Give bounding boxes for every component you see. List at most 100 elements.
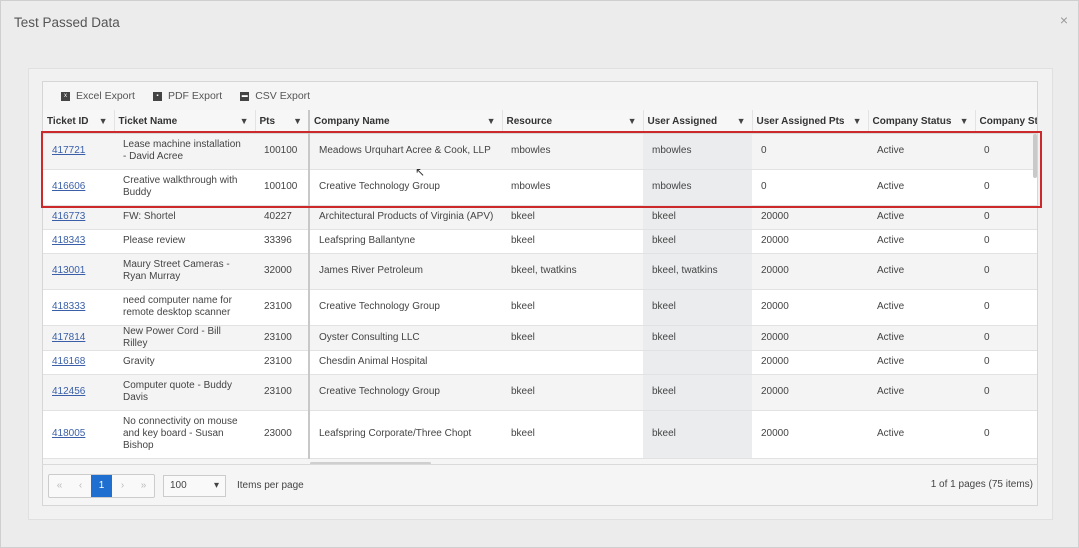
user-assigned-pts-cell: 20000 (752, 350, 868, 375)
ticket-id-link[interactable]: 412456 (52, 386, 85, 397)
data-table: Ticket ID ▼ Ticket Name ▼ Pts ▼ Company Nam… (43, 110, 1038, 459)
filter-icon[interactable]: ▼ (628, 116, 637, 126)
col-company-name[interactable]: Company Name ▼ (308, 110, 503, 134)
pts-cell: 100100 (255, 169, 309, 206)
col-resource-label: Resource (506, 115, 553, 127)
ticket-name-cell: No connectivity on mouse and key board -… (114, 410, 255, 459)
ticket-id-link[interactable]: 413001 (52, 265, 85, 276)
ticket-name-cell: Creative walkthrough with Buddy (114, 169, 255, 206)
table-row[interactable]: 412456 Computer quote - Buddy Davis 2310… (43, 374, 1037, 411)
ticket-id-link[interactable]: 418005 (52, 428, 85, 439)
col-company-s-label: Company St (979, 115, 1038, 127)
col-ticket-id[interactable]: Ticket ID ▼ (43, 110, 115, 134)
col-ticket-name[interactable]: Ticket Name ▼ (114, 110, 256, 134)
user-assigned-pts-cell: 20000 (752, 229, 868, 254)
table-row[interactable]: 417814 New Power Cord - Bill Rilley 2310… (43, 325, 1037, 351)
ticket-id-link[interactable]: 416606 (52, 181, 85, 192)
ticket-id-link[interactable]: 416168 (52, 356, 85, 367)
col-company-name-label: Company Name (314, 115, 390, 127)
pts-cell: 23100 (255, 374, 309, 411)
user-assigned-pts-cell: 0 (752, 133, 868, 170)
csv-icon: ▬ (240, 91, 250, 101)
company-s-cell: 0 (975, 289, 1037, 326)
table-row[interactable]: 417721 Lease machine installation - Davi… (43, 133, 1037, 170)
table-row[interactable]: 416606 Creative walkthrough with Buddy 1… (43, 169, 1037, 206)
user-assigned-pts-cell: 20000 (752, 374, 868, 411)
user-assigned-cell: mbowles (643, 133, 752, 170)
filter-icon[interactable]: ▼ (293, 116, 302, 126)
filter-icon[interactable]: ▼ (853, 116, 862, 126)
ticket-id-link[interactable]: 417721 (52, 145, 85, 156)
page-size-select[interactable]: 100 ▾ (163, 474, 226, 497)
pdf-export-button[interactable]: ▪ PDF Export (152, 90, 222, 102)
ticket-name-cell: Please review (114, 229, 255, 254)
user-assigned-cell: bkeel (643, 325, 752, 351)
csv-export-button[interactable]: ▬ CSV Export (240, 90, 310, 102)
table-row[interactable]: 416168 Gravity 23100 Chesdin Animal Hosp… (43, 350, 1037, 375)
table-row[interactable]: 416773 FW: Shortel 40227 Architectural P… (43, 205, 1037, 230)
col-user-assigned[interactable]: User Assigned ▼ (643, 110, 753, 134)
col-ticket-id-label: Ticket ID (47, 115, 89, 127)
company-s-cell: 0 (975, 169, 1037, 206)
ticket-name-cell: Computer quote - Buddy Davis (114, 374, 255, 411)
company-name-cell: Chesdin Animal Hospital (308, 350, 502, 375)
close-icon[interactable]: × (1060, 12, 1068, 28)
resource-cell: bkeel (502, 410, 643, 459)
col-resource[interactable]: Resource ▼ (502, 110, 644, 134)
table-row[interactable]: 418005 No connectivity on mouse and key … (43, 410, 1037, 459)
col-user-assigned-pts[interactable]: User Assigned Pts ▼ (752, 110, 869, 134)
page-button[interactable]: 1 (91, 474, 112, 497)
col-user-assigned-label: User Assigned (647, 115, 718, 127)
next-page-button[interactable]: › (112, 475, 133, 497)
col-company-s[interactable]: Company St (975, 110, 1038, 134)
ticket-id-link[interactable]: 417814 (52, 332, 85, 343)
filter-icon[interactable]: ▼ (240, 116, 249, 126)
company-status-cell: Active (868, 229, 975, 254)
last-page-button[interactable]: » (133, 475, 154, 497)
prev-page-button[interactable]: ‹ (70, 475, 91, 497)
ticket-name-cell: Maury Street Cameras - Ryan Murray (114, 253, 255, 290)
col-company-status[interactable]: Company Status ▼ (868, 110, 976, 134)
table-viewport: Ticket ID ▼ Ticket Name ▼ Pts ▼ Company Nam… (43, 110, 1038, 463)
pts-cell: 40227 (255, 205, 309, 230)
filter-icon[interactable]: ▼ (737, 116, 746, 126)
pts-cell: 23000 (255, 410, 309, 459)
vertical-scrollbar[interactable] (1033, 134, 1037, 178)
resource-cell: mbowles (502, 133, 643, 170)
csv-export-label: CSV Export (255, 90, 311, 102)
user-assigned-cell: bkeel, twatkins (643, 253, 752, 290)
chevron-down-icon: ▾ (213, 480, 219, 491)
company-s-cell: 0 (975, 133, 1037, 170)
ticket-id-link[interactable]: 416773 (52, 211, 85, 222)
col-user-assigned-pts-label: User Assigned Pts (756, 115, 845, 127)
user-assigned-cell: bkeel (643, 410, 752, 459)
filter-icon[interactable]: ▼ (487, 116, 496, 126)
pager: « ‹ 1 › » 100 ▾ Items per page 1 of 1 pa… (42, 464, 1038, 506)
user-assigned-pts-cell: 20000 (752, 289, 868, 326)
table-row[interactable]: 413001 Maury Street Cameras - Ryan Murra… (43, 253, 1037, 290)
filter-icon[interactable]: ▼ (99, 116, 108, 126)
company-status-cell: Active (868, 325, 975, 351)
user-assigned-pts-cell: 20000 (752, 205, 868, 230)
pts-cell: 32000 (255, 253, 309, 290)
ticket-id-link[interactable]: 418343 (52, 235, 85, 246)
col-pts[interactable]: Pts ▼ (255, 110, 310, 134)
user-assigned-cell: mbowles (643, 169, 752, 206)
company-status-cell: Active (868, 205, 975, 230)
mouse-cursor-icon: ↖ (415, 165, 426, 179)
table-row[interactable]: 418343 Please review 33396 Leafspring Ba… (43, 229, 1037, 254)
excel-export-button[interactable]: x Excel Export (61, 90, 135, 102)
company-name-cell: Creative Technology Group (308, 374, 502, 411)
data-grid: x Excel Export ▪ PDF Export ▬ CSV Export… (42, 81, 1038, 506)
user-assigned-cell: bkeel (643, 229, 752, 254)
header-row: Ticket ID ▼ Ticket Name ▼ Pts ▼ Company Nam… (43, 110, 1038, 134)
first-page-button[interactable]: « (49, 475, 70, 497)
ticket-id-link[interactable]: 418333 (52, 301, 85, 312)
ticket-name-cell: FW: Shortel (114, 205, 255, 230)
company-name-cell: James River Petroleum (308, 253, 502, 290)
company-s-cell: 0 (975, 229, 1037, 254)
ticket-name-cell: New Power Cord - Bill Rilley (114, 325, 255, 351)
filter-icon[interactable]: ▼ (960, 116, 969, 126)
company-status-cell: Active (868, 374, 975, 411)
table-row[interactable]: 418333 need computer name for remote des… (43, 289, 1037, 326)
